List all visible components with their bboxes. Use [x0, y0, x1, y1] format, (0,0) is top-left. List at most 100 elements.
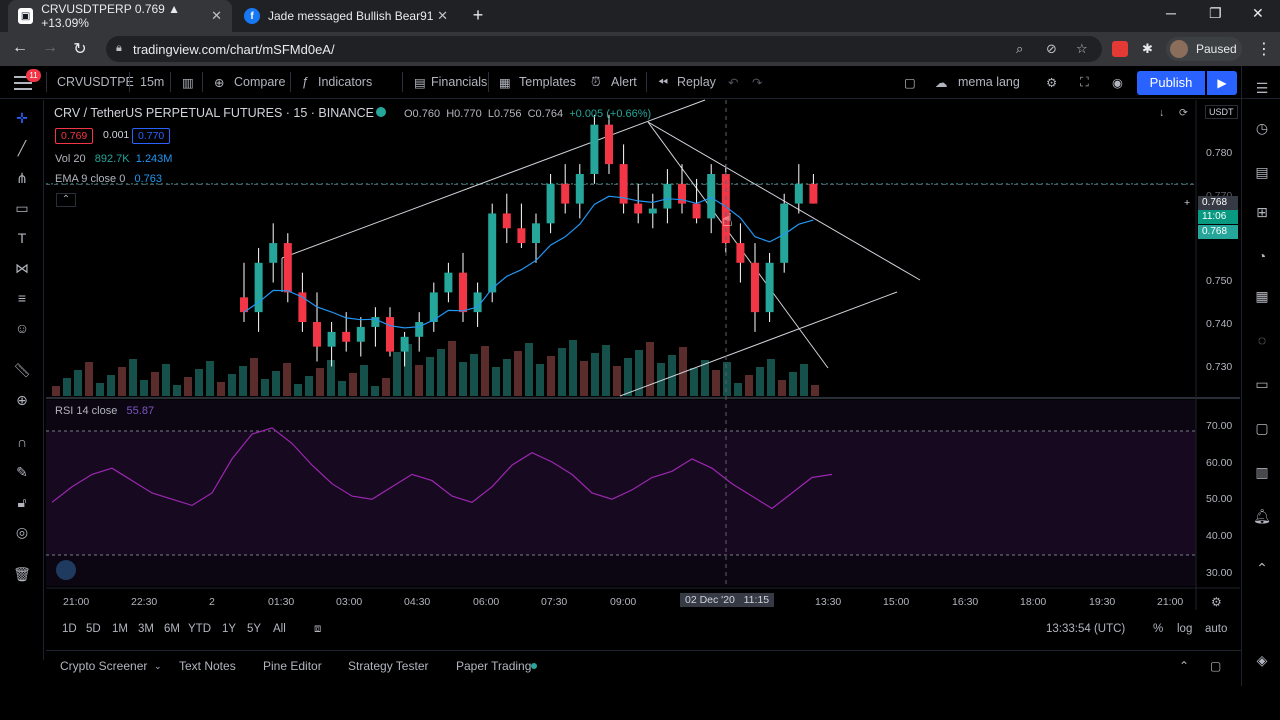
stay-drawing-mode-icon[interactable]: ✎ — [12, 462, 32, 482]
puzzle-extensions-icon[interactable]: ✱ — [1142, 41, 1158, 57]
add-alert-plus-icon[interactable]: + — [1184, 197, 1190, 209]
browser-tab-facebook[interactable]: f Jade messaged Bullish Bear91 ✕ — [234, 0, 458, 32]
compare-button[interactable]: Compare — [234, 75, 285, 89]
publish-button[interactable]: Publish — [1137, 71, 1205, 95]
back-icon[interactable]: ← — [10, 39, 30, 57]
timeframe-1m[interactable]: 1M — [112, 623, 128, 635]
tab-text-notes[interactable]: Text Notes — [179, 659, 236, 673]
symbol-search[interactable]: CRVUSDTPE — [57, 75, 134, 89]
sell-price-button[interactable]: 0.769 — [55, 128, 94, 144]
chart-settings-gear-icon[interactable]: ⚙︎ — [1211, 595, 1222, 609]
auto-scale-toggle[interactable]: auto — [1205, 623, 1227, 635]
calendar-grid-icon[interactable]: ▥ — [1252, 462, 1272, 482]
profile-button[interactable]: Paused — [1166, 37, 1242, 61]
prediction-icon[interactable]: ≡ — [12, 288, 32, 308]
alert-button[interactable]: Alert — [611, 75, 637, 89]
date-range-icon[interactable]: ⧈ — [314, 623, 321, 636]
collapse-legend-icon[interactable]: ⌃ — [56, 193, 76, 207]
tracking-blocked-icon[interactable]: ⊘ — [1046, 41, 1057, 57]
timeframe-all[interactable]: All — [273, 623, 286, 635]
watchlist-icon[interactable]: ☰ — [1252, 78, 1272, 98]
new-tab-icon[interactable]: + — [468, 5, 488, 25]
utc-clock[interactable]: 13:33:54 (UTC) — [1046, 623, 1125, 635]
trash-icon[interactable]: 🗑︎ — [12, 564, 32, 584]
bookmark-star-icon[interactable]: ☆ — [1076, 41, 1088, 57]
forward-icon[interactable]: → — [40, 39, 60, 57]
timeframe-1y[interactable]: 1Y — [222, 623, 236, 635]
indicators-button[interactable]: Indicators — [318, 75, 372, 89]
timeframe-5d[interactable]: 5D — [86, 623, 101, 635]
lock-drawings-icon[interactable]: 🔓︎ — [12, 492, 32, 512]
close-tab-icon[interactable]: ✕ — [437, 8, 448, 24]
hide-drawings-icon[interactable]: ◎ — [12, 522, 32, 542]
volume-legend[interactable]: Vol 20 892.7K 1.243M — [55, 153, 172, 165]
url-bar[interactable]: 🔒︎ tradingview.com/chart/mSFMd0eA/ ⌕ ⊘ ☆ — [106, 36, 1102, 62]
financials-button[interactable]: Financials — [431, 75, 487, 89]
timeframe-6m[interactable]: 6M — [164, 623, 180, 635]
pitchfork-icon[interactable]: ⋔ — [12, 168, 32, 188]
maximize-panel-icon[interactable]: ▢ — [1210, 659, 1221, 673]
notifications-bell-icon[interactable]: 🔔︎ — [1252, 506, 1272, 526]
tab-strategy-tester[interactable]: Strategy Tester — [348, 659, 428, 673]
templates-button[interactable]: Templates — [519, 75, 576, 89]
layout-select-icon[interactable]: ▢ — [904, 75, 916, 90]
calendar-icon[interactable]: ◔ — [1252, 246, 1272, 266]
publish-options-icon[interactable]: ▶ — [1207, 71, 1237, 95]
magnet-icon[interactable]: ∩ — [12, 432, 32, 452]
close-window-icon[interactable]: ✕ — [1252, 5, 1264, 22]
redo-icon[interactable]: ↷ — [752, 75, 762, 90]
tab-crypto-screener[interactable]: Crypto Screener — [60, 659, 147, 673]
time-label: 22:30 — [131, 596, 158, 608]
buy-price-button[interactable]: 0.770 — [132, 128, 171, 144]
icons-emoji-icon[interactable]: ☺ — [12, 318, 32, 338]
timeframe-3m[interactable]: 3M — [138, 623, 154, 635]
zoom-in-icon[interactable]: ⊕ — [12, 390, 32, 410]
ema-legend[interactable]: EMA 9 close 0 0.763 — [55, 173, 162, 185]
snapshot-camera-icon[interactable]: ◉ — [1112, 75, 1123, 90]
chart-type-icon[interactable]: ▥ — [182, 75, 194, 90]
text-tool-icon[interactable]: T — [12, 228, 32, 248]
ruler-icon[interactable]: 📏︎ — [12, 360, 32, 380]
pattern-icon[interactable]: ⋈ — [12, 258, 32, 278]
browser-menu-icon[interactable]: ⋮ — [1254, 39, 1274, 59]
chat-icon[interactable]: ▭ — [1252, 374, 1272, 394]
settings-gear-icon[interactable]: ⚙︎ — [1046, 75, 1057, 90]
auto-refresh-icon[interactable]: ⟳ — [1179, 107, 1188, 119]
tab-pine-editor[interactable]: Pine Editor — [263, 659, 322, 673]
crosshair-cursor-icon[interactable]: ✛ — [12, 108, 32, 128]
alerts-clock-icon[interactable]: ◷ — [1252, 118, 1272, 138]
timeframe-ytd[interactable]: YTD — [188, 623, 211, 635]
undo-icon[interactable]: ↶ — [728, 75, 738, 90]
minimize-icon[interactable]: ─ — [1166, 5, 1176, 21]
zoom-icon[interactable]: ⌕ — [1016, 41, 1023, 57]
interval-selector[interactable]: 15m — [140, 75, 164, 89]
extension-icon[interactable] — [1112, 41, 1128, 57]
reload-icon[interactable]: ↻ — [70, 39, 90, 59]
currency-label[interactable]: USDT — [1205, 105, 1238, 119]
hotlist-icon[interactable]: ⊞ — [1252, 202, 1272, 222]
expand-panel-icon[interactable]: ⌃ — [1179, 659, 1189, 673]
close-tab-icon[interactable]: ✕ — [211, 8, 222, 24]
rsi-legend[interactable]: RSI 14 close 55.87 — [55, 405, 154, 417]
timeframe-5y[interactable]: 5Y — [247, 623, 261, 635]
data-window-icon[interactable]: ▤ — [1252, 162, 1272, 182]
trendline-icon[interactable]: ╱ — [12, 138, 32, 158]
chevron-down-icon[interactable]: ⌄ — [154, 661, 162, 672]
tab-paper-trading[interactable]: Paper Trading — [456, 659, 531, 673]
brush-icon[interactable]: ▭ — [12, 198, 32, 218]
replay-button[interactable]: Replay — [677, 75, 716, 89]
symbol-legend[interactable]: CRV / TetherUS PERPETUAL FUTURES · 15 · … — [54, 106, 374, 120]
bulb-icon[interactable]: ◌ — [1252, 330, 1272, 350]
ideas-icon[interactable]: ▦ — [1252, 286, 1272, 306]
collapse-icon[interactable]: ⌃ — [1252, 558, 1272, 578]
scroll-to-latest-icon[interactable]: ↓ — [1159, 107, 1164, 119]
layers-icon[interactable]: ◈ — [1252, 650, 1272, 670]
timeframe-1d[interactable]: 1D — [62, 623, 77, 635]
fullscreen-icon[interactable]: ⛶ — [1080, 75, 1089, 90]
maximize-icon[interactable]: ❐ — [1209, 5, 1222, 22]
browser-tab-tradingview[interactable]: ▣ CRVUSDTPERP 0.769 ▲ +13.09% ✕ — [8, 0, 232, 32]
log-scale-toggle[interactable]: log — [1177, 623, 1192, 635]
messages-icon[interactable]: ▢ — [1252, 418, 1272, 438]
layout-name[interactable]: mema lang — [958, 75, 1020, 89]
percent-scale-toggle[interactable]: % — [1153, 623, 1163, 635]
